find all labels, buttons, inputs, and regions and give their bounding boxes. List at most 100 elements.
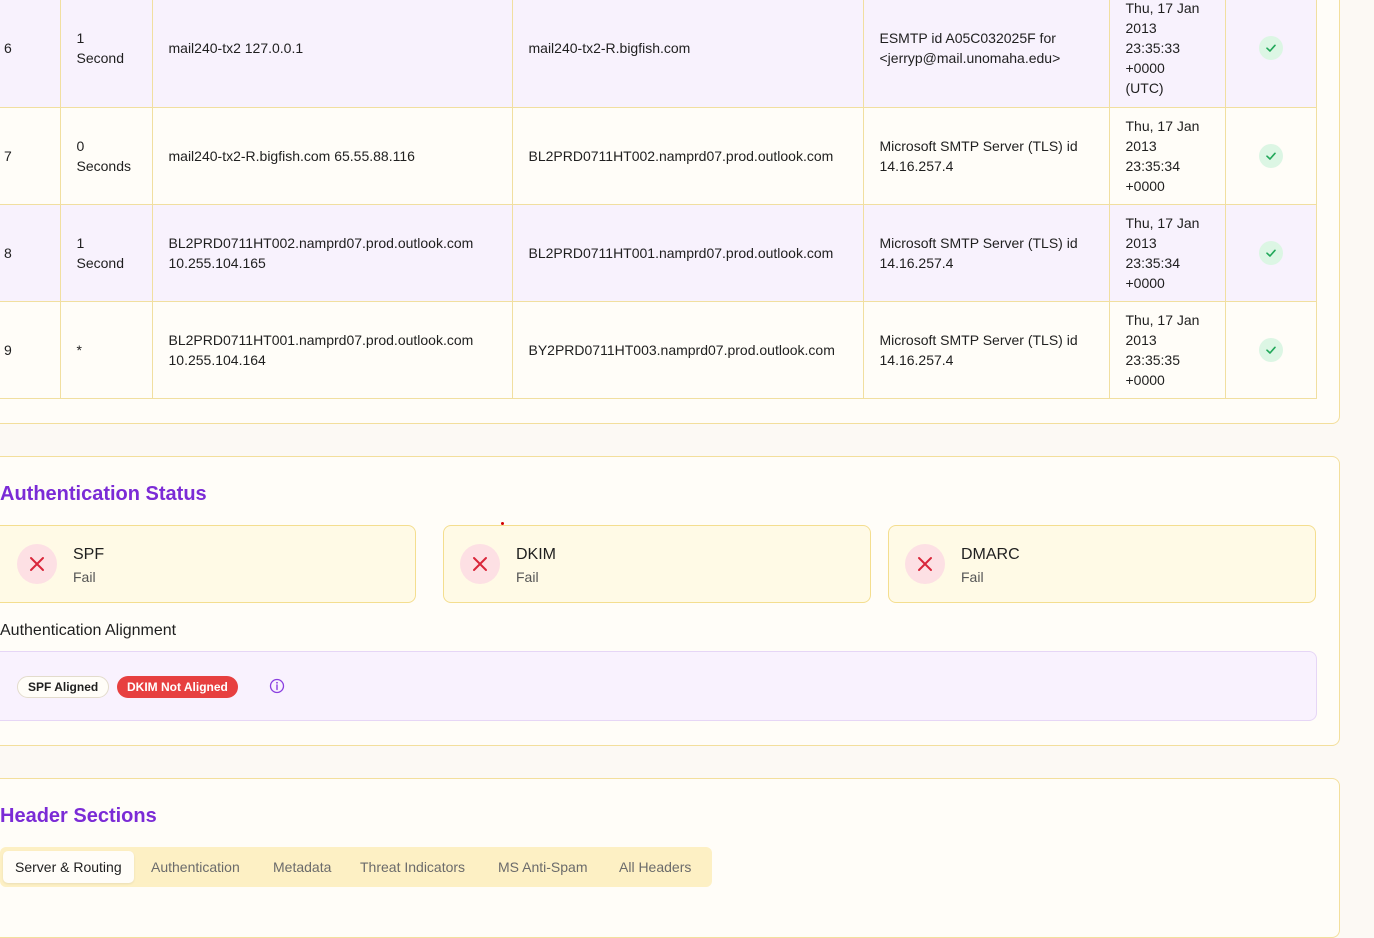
dmarc-label: DMARC [961,546,1020,563]
hop-time-line: +0000 [1125,178,1165,194]
hop-time: Thu, 17 Jan 2013 23:35:34 +0000 [1108,204,1226,302]
dmarc-status: Fail [961,569,984,585]
hop-with-line: 14.16.257.4 [879,352,954,368]
dkim-not-aligned-badge: DKIM Not Aligned [117,676,238,698]
check-icon [1258,338,1283,362]
hop-from: BL2PRD0711HT002.namprd07.prod.outlook.co… [151,204,513,302]
hop-delay-line: Second [76,50,124,66]
tab-ms-anti-spam[interactable]: MS Anti-Spam [486,851,599,883]
hop-time-line: Thu, 17 Jan [1125,118,1200,134]
spf-aligned-badge: SPF Aligned [17,676,110,698]
hop-status [1224,0,1317,108]
hop-number: 8 [0,204,61,302]
hop-with-line: <jerryp@mail.unomaha.edu> [879,50,1061,66]
hop-time: Thu, 17 Jan 2013 23:35:34 +0000 [1108,107,1226,205]
hop-number: 7 [0,107,61,205]
hop-with: Microsoft SMTP Server (TLS) id 14.16.257.… [862,204,1110,302]
hop-time-line: Thu, 17 Jan [1125,312,1200,328]
hop-by: mail240-tx2-R.bigfish.com [511,0,864,108]
x-icon [460,544,500,584]
table-row: 9 * BL2PRD0711HT001.namprd07.prod.outlook.… [0,301,1317,399]
hop-from-line: BL2PRD0711HT001.namprd07.prod.outlook.co… [168,332,474,348]
hop-status [1224,301,1317,399]
tab-threat-indicators[interactable]: Threat Indicators [348,851,477,883]
hop-by: BY2PRD0711HT003.namprd07.prod.outlook.co… [511,301,864,399]
hop-from: mail240-tx2-R.bigfish.com 65.55.88.116 [151,107,513,205]
hop-time-line: +0000 [1125,60,1165,76]
info-icon[interactable] [269,678,285,699]
hop-delay-line: 0 [76,138,85,154]
hop-with: Microsoft SMTP Server (TLS) id 14.16.257.… [862,301,1110,399]
hop-by: BL2PRD0711HT001.namprd07.prod.outlook.co… [511,204,864,302]
hop-time: Thu, 17 Jan 2013 23:35:33 +0000 (UTC) [1108,0,1226,108]
hop-time-line: 2013 [1125,138,1157,154]
check-icon [1258,36,1283,60]
tab-authentication[interactable]: Authentication [139,851,252,883]
hop-time-line: +0000 [1125,372,1165,388]
hop-from-line: mail240-tx2 127.0.0.1 [168,40,304,56]
table-row: 7 0 Seconds mail240-tx2-R.bigfish.com 65.55… [0,107,1317,205]
dkim-status: Fail [516,569,539,585]
hop-delay: 0 Seconds [59,107,153,205]
hop-time-line: 2013 [1125,20,1157,36]
authentication-status-title: Authentication Status [0,483,207,505]
hop-with-line: ESMTP id A05C032025F for [879,30,1056,46]
hop-time-line: 23:35:33 [1125,40,1181,56]
hop-with: ESMTP id A05C032025F for <jerryp@mail.uno… [862,0,1110,108]
hop-from-line: mail240-tx2-R.bigfish.com 65.55.88.116 [168,148,415,164]
hop-delay: 1 Second [59,204,153,302]
hop-time-line: 23:35:34 [1125,158,1181,174]
hop-with-line: Microsoft SMTP Server (TLS) id [879,332,1078,348]
hops-table: 6 1 Second mail240-tx2 127.0.0.1 mail240-tx2… [0,0,1317,399]
check-icon [1258,241,1283,265]
hop-time-line: (UTC) [1125,80,1164,96]
tab-all-headers[interactable]: All Headers [607,851,703,883]
spf-status-card: SPF Fail [0,525,416,603]
header-sections-title: Header Sections [0,805,157,827]
hop-from: BL2PRD0711HT001.namprd07.prod.outlook.co… [151,301,513,399]
hop-delay: * [59,301,153,399]
hop-delay-line: Seconds [76,158,131,174]
hop-time-line: +0000 [1125,275,1165,291]
hop-from-line: BL2PRD0711HT002.namprd07.prod.outlook.co… [168,235,474,251]
spf-status: Fail [73,569,96,585]
x-icon [905,544,945,584]
tab-server-routing[interactable]: Server & Routing [3,851,134,883]
hop-delay-line: 1 [76,30,85,46]
hop-delay-line: 1 [76,235,85,251]
alignment-box: SPF Aligned DKIM Not Aligned [0,651,1317,721]
hop-number: 9 [0,301,61,399]
hop-from-line: 10.255.104.164 [168,352,266,368]
hop-time-line: 23:35:35 [1125,352,1181,368]
check-icon [1258,144,1283,168]
tab-metadata[interactable]: Metadata [261,851,343,883]
hop-with-line: Microsoft SMTP Server (TLS) id [879,138,1078,154]
hop-with-line: Microsoft SMTP Server (TLS) id [879,235,1078,251]
table-row: 8 1 Second BL2PRD0711HT002.namprd07.prod.ou… [0,204,1317,302]
hop-time-line: 2013 [1125,235,1157,251]
hop-delay-line: Second [76,255,124,271]
hop-number: 6 [0,0,61,108]
hop-delay: 1 Second [59,0,153,108]
hop-time-line: Thu, 17 Jan [1125,0,1200,16]
hop-with-line: 14.16.257.4 [879,255,954,271]
hop-time-line: 23:35:34 [1125,255,1181,271]
hop-time-line: 2013 [1125,332,1157,348]
hop-from-line: 10.255.104.165 [168,255,266,271]
received-hops-card: 6 1 Second mail240-tx2 127.0.0.1 mail240-tx2… [0,0,1340,424]
hop-delay-line: * [76,342,82,358]
dkim-label: DKIM [516,546,556,563]
table-row: 6 1 Second mail240-tx2 127.0.0.1 mail240-tx2… [0,0,1317,108]
spf-label: SPF [73,546,105,563]
hop-with: Microsoft SMTP Server (TLS) id 14.16.257.… [862,107,1110,205]
dkim-status-card: DKIM Fail [443,525,871,603]
hop-status [1224,107,1317,205]
hop-time: Thu, 17 Jan 2013 23:35:35 +0000 [1108,301,1226,399]
authentication-alignment-title: Authentication Alignment [0,622,177,639]
hop-time-line: Thu, 17 Jan [1125,215,1200,231]
hop-status [1224,204,1317,302]
dmarc-status-card: DMARC Fail [888,525,1316,603]
hop-from: mail240-tx2 127.0.0.1 [151,0,513,108]
hop-with-line: 14.16.257.4 [879,158,954,174]
header-sections-tabs: Server & Routing Authentication Metadata… [0,847,712,887]
